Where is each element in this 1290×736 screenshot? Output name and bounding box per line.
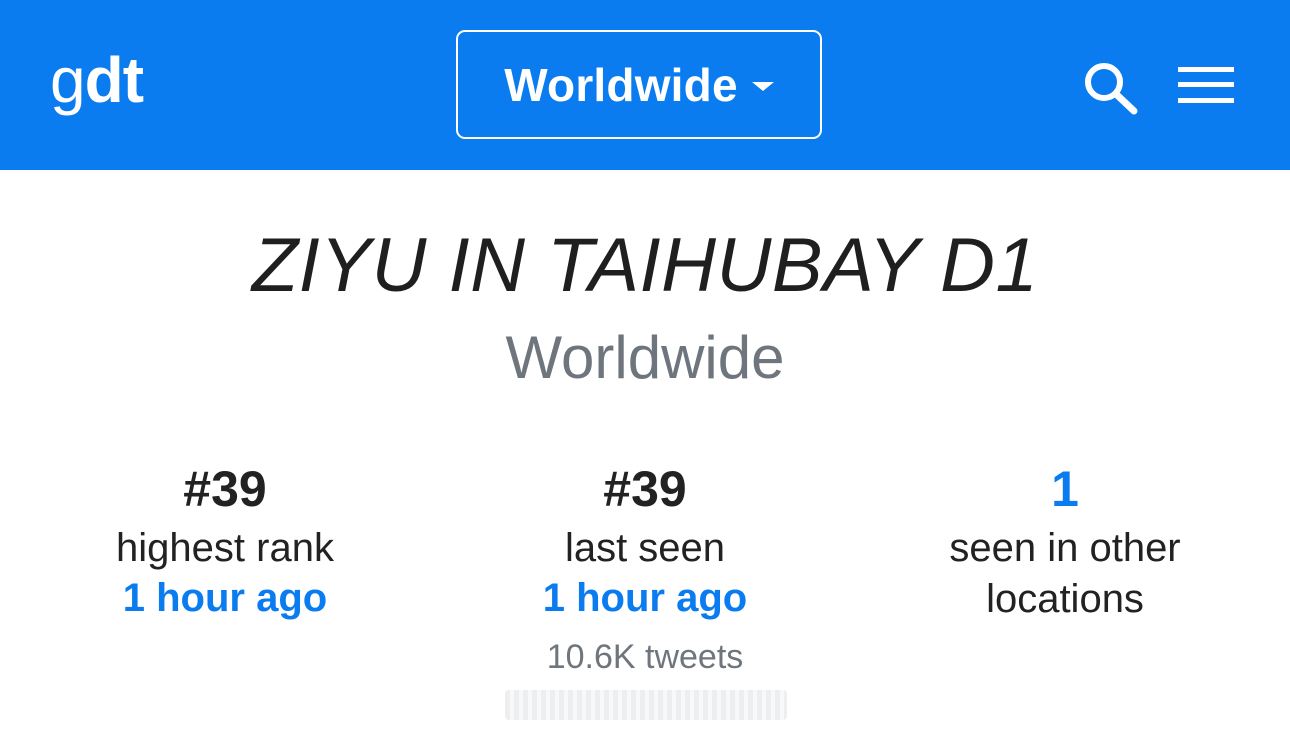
tweet-count: 10.6K tweets xyxy=(546,638,744,676)
gdt-logo[interactable]: gdt xyxy=(50,42,144,118)
highest-rank-value: #39 xyxy=(183,461,267,517)
top-navigation-bar: gdt Worldwide xyxy=(0,0,1290,170)
last-seen-label: last seen xyxy=(564,526,726,570)
other-locations-count[interactable]: 1 xyxy=(855,458,1275,520)
other-locations-label-line2: locations xyxy=(986,577,1144,621)
logo-text-bold: dt xyxy=(84,44,144,116)
search-icon[interactable] xyxy=(1082,60,1140,116)
hamburger-menu-icon[interactable] xyxy=(1178,65,1234,105)
last-seen-rank-value: #39 xyxy=(603,461,687,517)
tweet-sparkline-strip xyxy=(505,690,787,720)
other-locations-label-line1: seen in other xyxy=(949,526,1181,570)
trend-title: ZIYU IN TAIHUBAY D1 xyxy=(251,223,1039,308)
trend-location: Worldwide xyxy=(505,324,785,391)
location-selector-label: Worldwide xyxy=(504,58,738,111)
highest-rank-time-link[interactable]: 1 hour ago xyxy=(15,574,435,622)
highest-rank-label: highest rank xyxy=(116,526,334,570)
location-selector-dropdown[interactable]: Worldwide xyxy=(456,30,822,139)
stat-other-locations[interactable]: 1 seen in other locations xyxy=(855,458,1275,625)
caret-down-icon xyxy=(751,82,774,91)
stat-last-seen: #39 last seen 1 hour ago 10.6K tweets xyxy=(435,458,855,678)
stat-highest-rank: #39 highest rank 1 hour ago xyxy=(15,458,435,622)
last-seen-time-link[interactable]: 1 hour ago xyxy=(435,574,855,622)
logo-text-light: g xyxy=(50,44,86,116)
